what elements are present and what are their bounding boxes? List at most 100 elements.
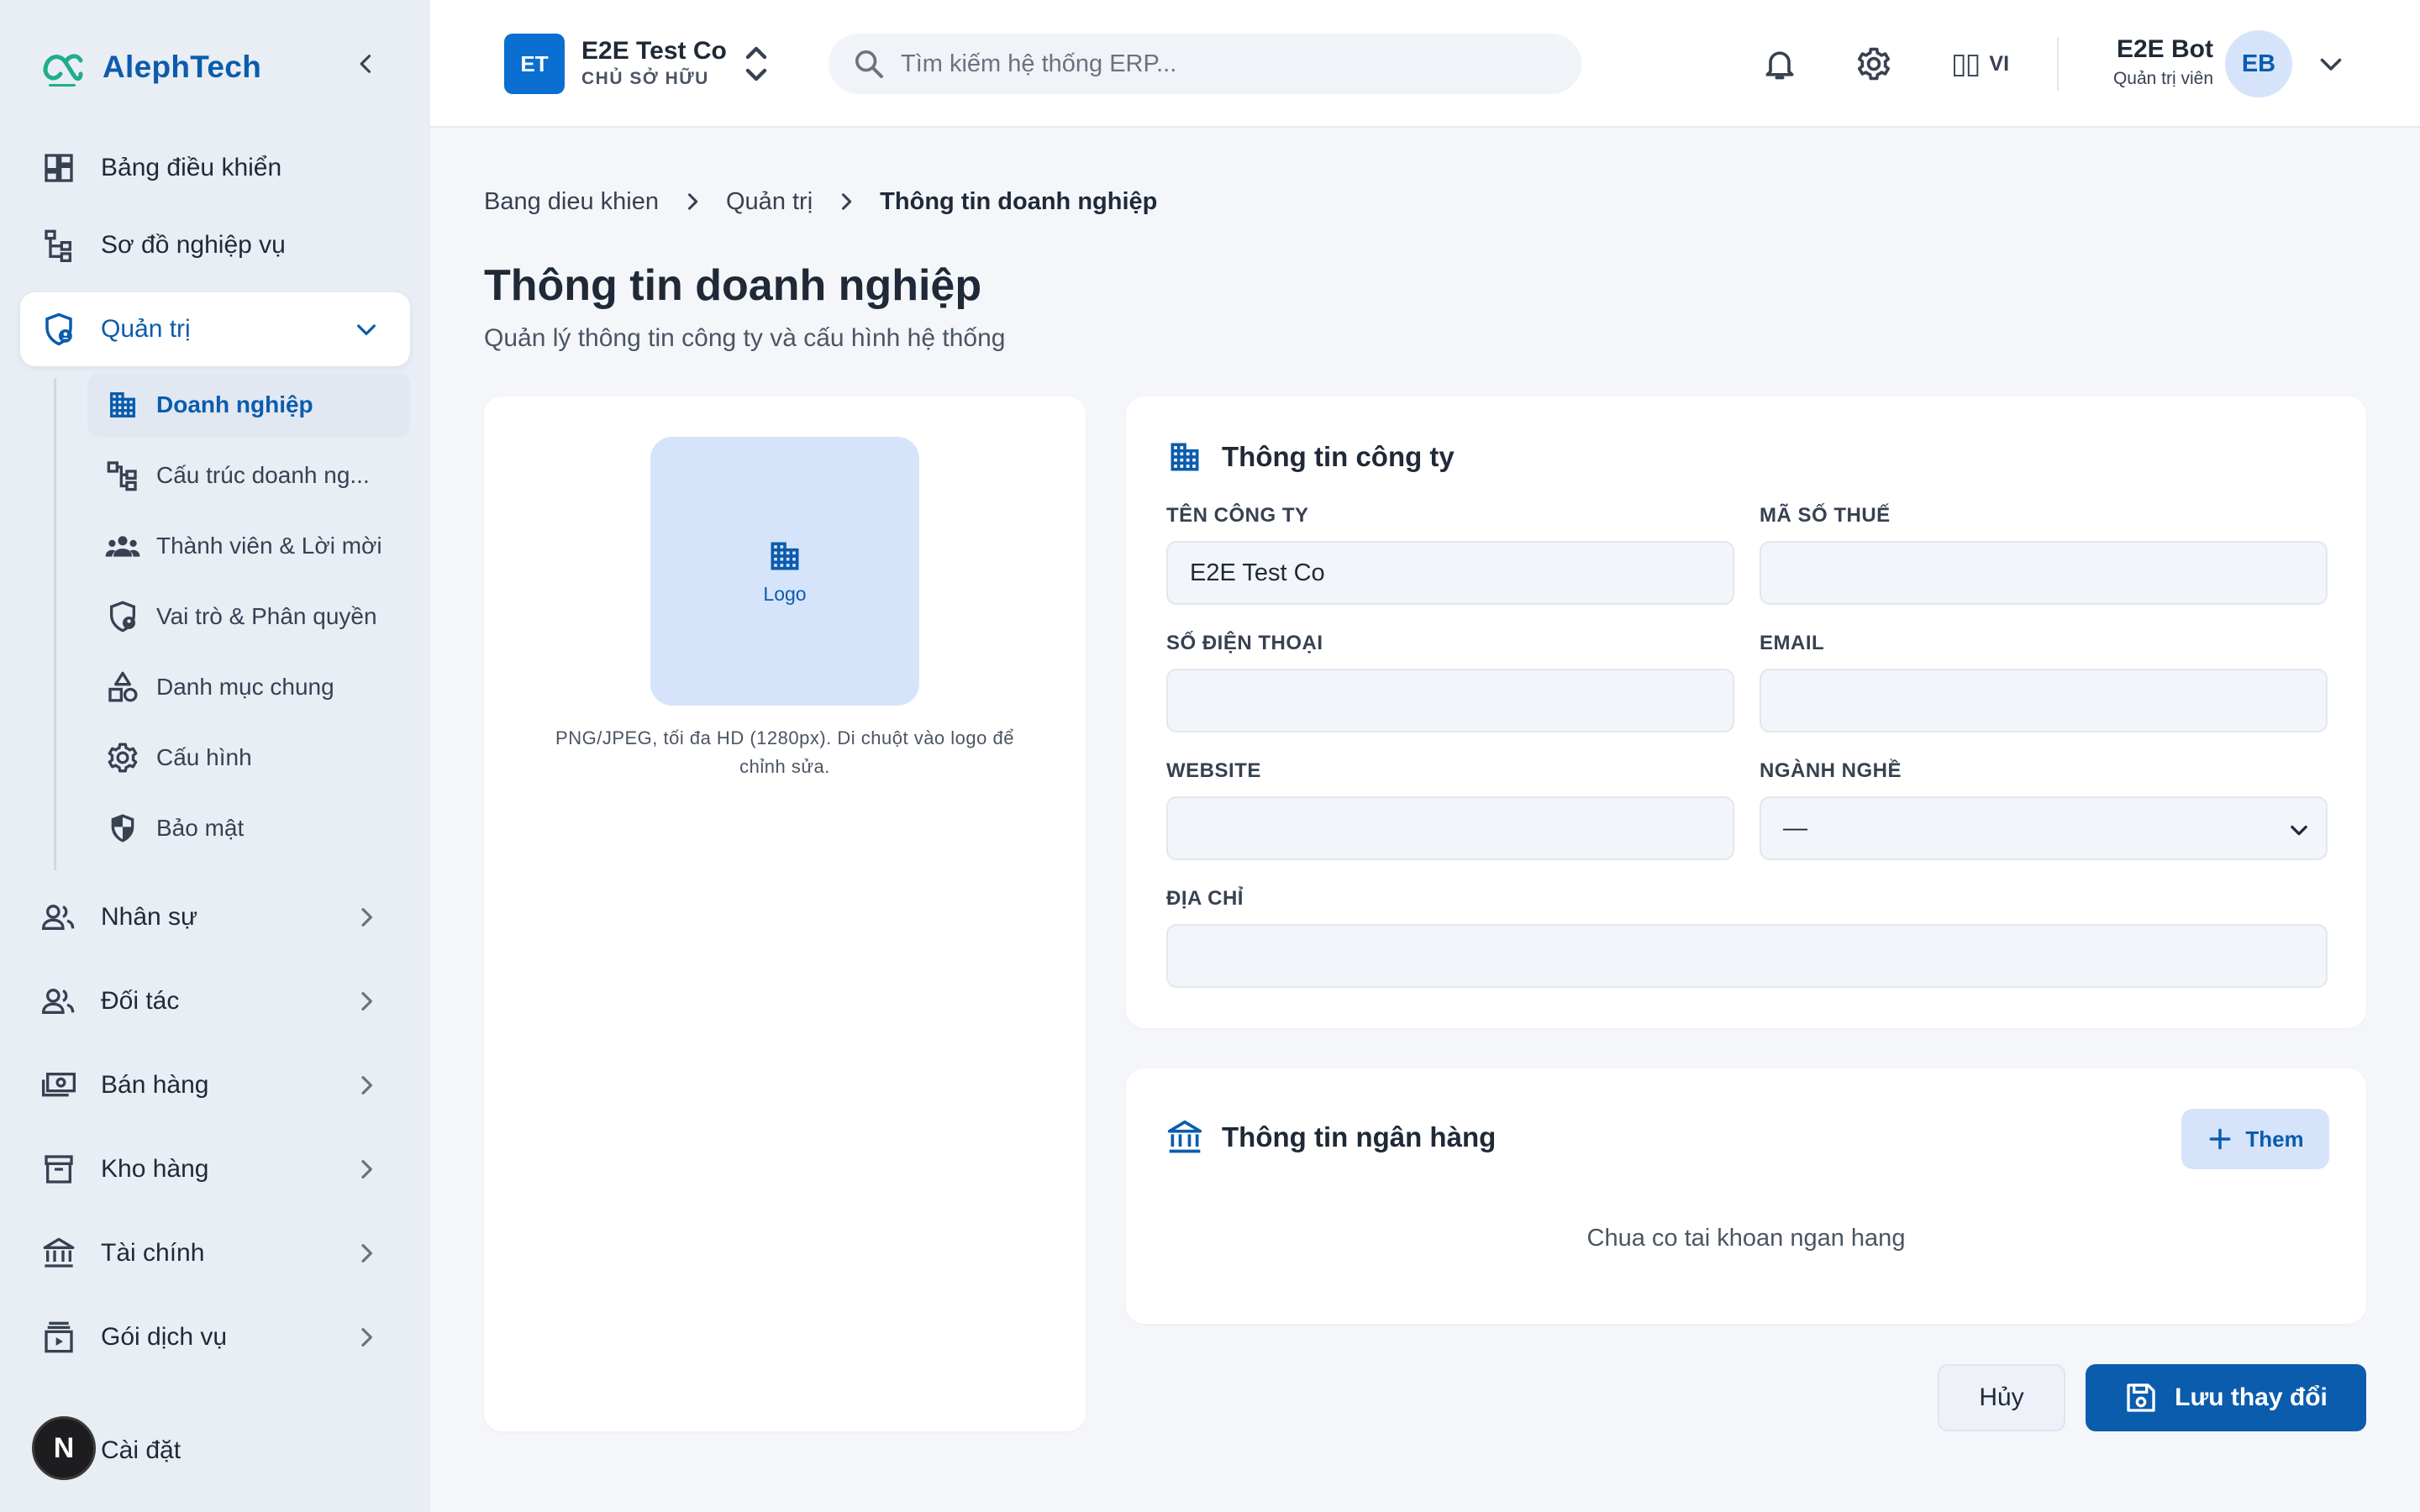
sidebar-item-label: Bảng điều khiển [101,154,282,181]
company-name-input[interactable] [1166,541,1734,605]
logo-upload[interactable]: Logo [650,437,919,706]
dashboard-icon [40,150,77,186]
breadcrumb-link[interactable]: Bang dieu khien [484,188,659,216]
cash-icon [40,1067,77,1104]
bell-icon [1765,51,1794,80]
sidebar-subitem-label: Vai trò & Phân quyền [156,603,377,629]
building-icon [1171,443,1199,471]
logo-hint: PNG/JPEG, tối đa HD (1280px). Di chuột v… [555,727,1014,777]
cancel-label: Hủy [1979,1383,2024,1411]
chevron-right-icon [361,1244,372,1263]
language-code: VI [1989,51,2010,76]
add-bank-button[interactable]: Them [2181,1109,2329,1169]
sidebar-subitem-members[interactable]: Thành viên & Lời mời [87,514,410,578]
search-icon [855,50,883,78]
sidebar-subitem-label: Cấu trúc doanh ng... [156,462,370,488]
industry-label: NGÀNH NGHỀ [1760,759,1902,782]
sidebar-subitem-label: Danh mục chung [156,674,334,700]
sidebar-item-label: Kho hàng [101,1155,209,1183]
bank-icon [1167,1120,1202,1153]
sidebar-settings-label[interactable]: Cài đặt [101,1436,181,1465]
unfold-icon[interactable] [744,44,768,84]
role-shield-icon [104,598,141,635]
breadcrumb-link[interactable]: Quản trị [726,188,813,216]
sidebar-subitem-label: Thành viên & Lời mời [156,533,382,559]
website-input[interactable] [1166,796,1734,860]
chevron-right-icon [361,992,372,1011]
submenu-guide-line [54,378,56,870]
chevron-down-icon[interactable] [2316,49,2346,79]
logo-card: Logo PNG/JPEG, tối đa HD (1280px). Di ch… [484,396,1086,1431]
header-divider [2057,37,2059,91]
industry-selected-value: — [1783,814,1807,842]
sidebar: AlephTech Bảng điều khiển Sơ đồ nghiệp v… [0,0,430,1512]
page-title: Thông tin doanh nghiệp [484,261,982,310]
sidebar-item-admin[interactable]: Quản trị [20,292,410,366]
partners-icon [40,983,77,1020]
sidebar-subitem-org-structure[interactable]: Cấu trúc doanh ng... [87,444,410,507]
email-input[interactable] [1760,669,2328,732]
industry-select[interactable]: — [1760,796,2328,860]
breadcrumb: Bang dieu khien Quản trị Thông tin doanh… [484,185,1157,218]
email-label: EMAIL [1760,632,1825,654]
building-icon [104,386,141,423]
sidebar-subitem-security[interactable]: Bảo mật [87,796,410,860]
user-avatar[interactable]: EB [2225,30,2292,97]
sidebar-item-warehouse[interactable]: Kho hàng [20,1132,410,1206]
settings-button[interactable] [1852,42,1896,86]
phone-input[interactable] [1166,669,1734,732]
sidebar-item-dashboard[interactable]: Bảng điều khiển [20,131,410,205]
sidebar-subitem-roles[interactable]: Vai trò & Phân quyền [87,585,410,648]
dev-tools-badge[interactable]: N [32,1416,96,1480]
save-button[interactable]: Lưu thay đổi [2086,1364,2366,1431]
sidebar-item-hr[interactable]: Nhân sự [20,880,410,954]
address-label: ĐỊA CHỈ [1166,887,1244,910]
sidebar-item-business-flow[interactable]: Sơ đồ nghiệp vụ [20,208,410,282]
bank-section-title: Thông tin ngân hàng [1166,1119,1496,1156]
sidebar-item-partners[interactable]: Đối tác [20,964,410,1038]
sidebar-subitem-label: Cấu hình [156,744,252,770]
sidebar-item-label: Bán hàng [101,1071,209,1099]
tax-code-input[interactable] [1760,541,2328,605]
address-input[interactable] [1166,924,2328,988]
cancel-button[interactable]: Hủy [1938,1364,2065,1431]
members-icon [104,528,141,564]
tax-code-label: MÃ SỐ THUẾ [1760,504,1891,527]
people-icon [40,899,77,936]
breadcrumb-current: Thông tin doanh nghiệp [880,187,1158,215]
sidebar-collapse-button[interactable] [350,47,383,81]
section-title-text: Thông tin ngân hàng [1222,1121,1497,1152]
chevron-right-icon [361,908,372,927]
brand[interactable]: AlephTech [40,40,261,94]
search-bar[interactable] [829,34,1581,94]
top-header: ET E2E Test Co CHỦ SỞ HỮU ▯▯ VI E2E Bot … [430,0,2420,128]
flag-icon: ▯▯ [1951,48,1981,80]
sidebar-subitem-enterprise[interactable]: Doanh nghiệp [87,373,410,437]
org-name[interactable]: E2E Test Co [581,37,727,66]
sidebar-subitem-label: Bảo mật [156,815,245,841]
org-structure-icon [104,457,141,494]
sidebar-item-sales[interactable]: Bán hàng [20,1048,410,1122]
org-avatar[interactable]: ET [504,34,565,94]
sidebar-subitem-config[interactable]: Cấu hình [87,726,410,790]
sidebar-item-finance[interactable]: Tài chính [20,1216,410,1290]
website-label: WEBSITE [1166,759,1261,782]
user-role: Quản trị viên [2112,69,2213,88]
chevron-right-icon [687,193,698,210]
sidebar-item-label: Nhân sự [101,903,198,931]
company-section-title: Thông tin công ty [1166,438,1455,475]
sidebar-item-service-plans[interactable]: Gói dịch vụ [20,1300,410,1374]
sidebar-subitem-categories[interactable]: Danh mục chung [87,655,410,719]
brand-logo-icon [43,54,83,87]
chevron-right-icon [361,1076,372,1095]
brand-name: AlephTech [103,50,262,84]
search-input[interactable] [901,50,1556,78]
archive-icon [40,1151,77,1188]
user-name[interactable]: E2E Bot [2077,35,2213,64]
gear-icon [1857,47,1891,81]
bank-icon [40,1235,77,1272]
chevron-down-icon [2291,825,2307,836]
chevron-right-icon [361,1328,372,1347]
language-switcher[interactable]: ▯▯ VI [1951,42,2009,86]
notifications-button[interactable] [1758,42,1802,86]
